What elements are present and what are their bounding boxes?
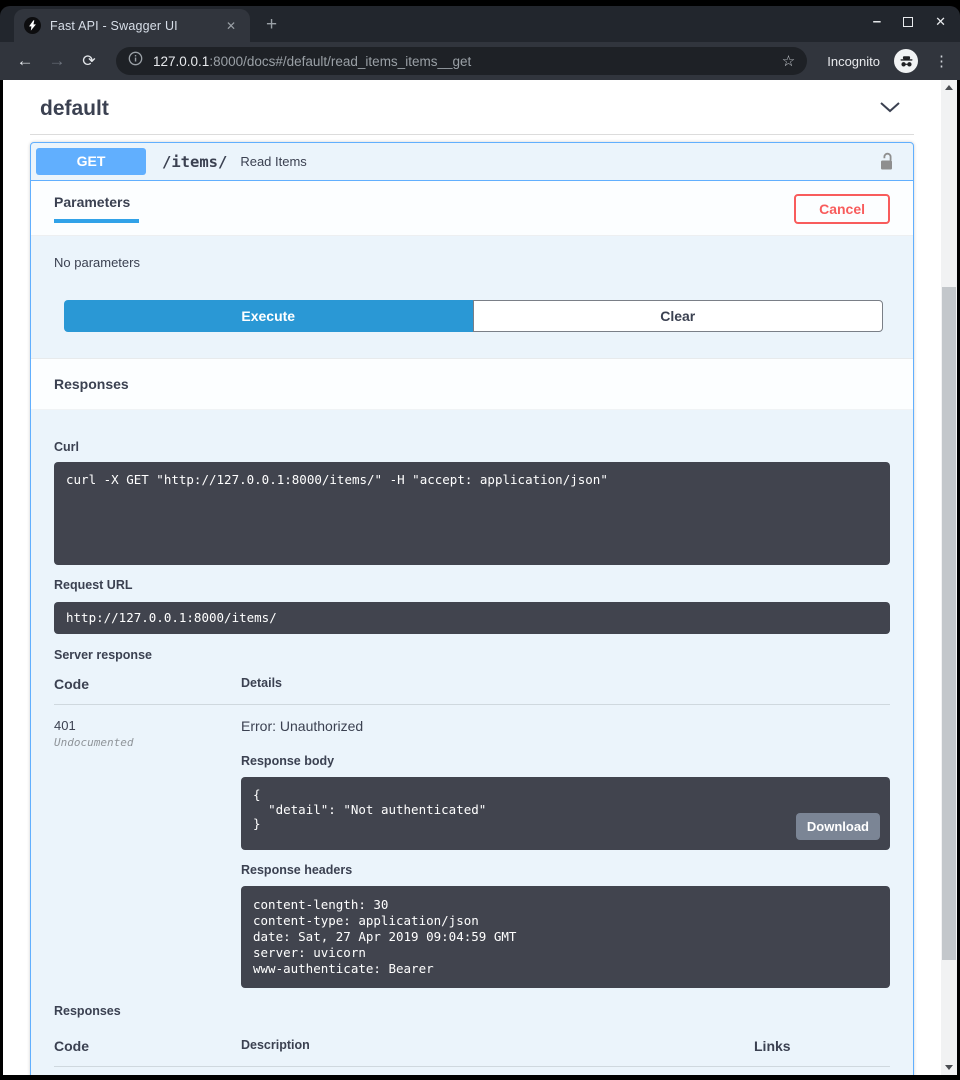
window-controls: – ✕ [873, 14, 946, 30]
download-button[interactable]: Download [796, 813, 880, 840]
code-column-header: Code [54, 676, 241, 692]
responses-section-header: Responses [31, 358, 913, 410]
tab-close-icon[interactable]: ✕ [222, 17, 240, 35]
fastapi-favicon-icon [24, 17, 41, 34]
maximize-icon[interactable] [903, 17, 913, 27]
section-divider [30, 134, 914, 135]
scrollbar-up-icon[interactable] [945, 85, 953, 90]
status-code: 401 [54, 718, 241, 733]
server-response-label: Server response [54, 648, 890, 662]
operation-summary: Read Items [240, 154, 306, 169]
live-response-row: 401 Undocumented Error: Unauthorized Res… [54, 705, 890, 987]
tab-title: Fast API - Swagger UI [50, 19, 222, 33]
active-tab-underline [54, 219, 139, 223]
browser-menu-icon[interactable]: ⋮ [934, 52, 948, 70]
method-badge: GET [36, 148, 146, 175]
documented-responses-label: Responses [54, 1004, 890, 1018]
documented-table-header: Code Description Links [54, 1038, 890, 1067]
response-headers-label: Response headers [241, 863, 890, 877]
request-url-label: Request URL [54, 578, 890, 592]
undocumented-label: Undocumented [54, 736, 241, 749]
section-title: default [40, 97, 109, 121]
curl-label: Curl [54, 440, 890, 454]
minimize-icon[interactable]: – [873, 17, 881, 27]
window-frame-bottom [0, 1075, 960, 1080]
details-column-header: Details [241, 676, 754, 692]
tab-parameters[interactable]: Parameters [54, 194, 139, 223]
unlock-icon[interactable] [879, 152, 894, 171]
documented-response-row: 200 Successful Response No links [54, 1067, 890, 1075]
url-path: :8000/docs#/default/read_items_items__ge… [209, 54, 471, 69]
incognito-icon [894, 49, 918, 73]
response-body-block: { "detail": "Not authenticated" } Downloa… [241, 777, 890, 850]
execute-button-group: Execute Clear [31, 278, 913, 358]
browser-toolbar: ← → ⟳ 127.0.0.1:8000/docs#/default/read_… [0, 42, 960, 80]
doc-code-header: Code [54, 1038, 241, 1054]
scrollbar-thumb[interactable] [942, 287, 956, 960]
address-bar[interactable]: 127.0.0.1:8000/docs#/default/read_items_… [116, 47, 807, 75]
doc-description-header: Description [241, 1038, 754, 1054]
error-description: Error: Unauthorized [241, 718, 890, 734]
page-scrollbar[interactable] [941, 80, 957, 1075]
browser-tab[interactable]: Fast API - Swagger UI ✕ [14, 9, 250, 42]
swagger-page: default GET /items/ Read Items Parameter… [3, 80, 941, 1075]
reload-icon[interactable]: ⟳ [76, 51, 102, 71]
clear-button[interactable]: Clear [473, 300, 884, 332]
operation-path: /items/ [162, 153, 227, 171]
scrollbar-down-icon[interactable] [945, 1065, 953, 1070]
parameters-tab-label: Parameters [54, 194, 139, 210]
incognito-label: Incognito [827, 54, 880, 69]
live-response-table-header: Code Details [54, 676, 890, 705]
response-body-label: Response body [241, 754, 890, 768]
back-icon[interactable]: ← [12, 51, 38, 71]
new-tab-icon[interactable]: + [266, 14, 277, 42]
doc-links-header: Links [754, 1038, 890, 1054]
operation-header[interactable]: GET /items/ Read Items [31, 143, 913, 181]
page-info-icon[interactable] [128, 51, 143, 71]
parameters-header: Parameters Cancel [31, 181, 913, 236]
forward-icon: → [44, 51, 70, 71]
url-host: 127.0.0.1 [153, 54, 209, 69]
no-parameters-text: No parameters [31, 236, 913, 278]
response-headers-block: content-length: 30 content-type: applica… [241, 886, 890, 987]
bookmark-star-icon[interactable]: ☆ [782, 52, 795, 70]
close-window-icon[interactable]: ✕ [935, 14, 946, 30]
chevron-down-icon[interactable] [879, 100, 901, 118]
response-body-json: { "detail": "Not authenticated" } [253, 787, 486, 831]
execute-button[interactable]: Execute [64, 300, 473, 332]
request-url-block: http://127.0.0.1:8000/items/ [54, 602, 890, 634]
tab-strip: Fast API - Swagger UI ✕ + – ✕ [0, 6, 960, 42]
opblock-get-items: GET /items/ Read Items Parameters Cancel… [30, 142, 914, 1075]
cancel-button[interactable]: Cancel [794, 194, 890, 224]
curl-command-block[interactable]: curl -X GET "http://127.0.0.1:8000/items… [54, 462, 890, 565]
url-text[interactable]: 127.0.0.1:8000/docs#/default/read_items_… [153, 54, 782, 69]
